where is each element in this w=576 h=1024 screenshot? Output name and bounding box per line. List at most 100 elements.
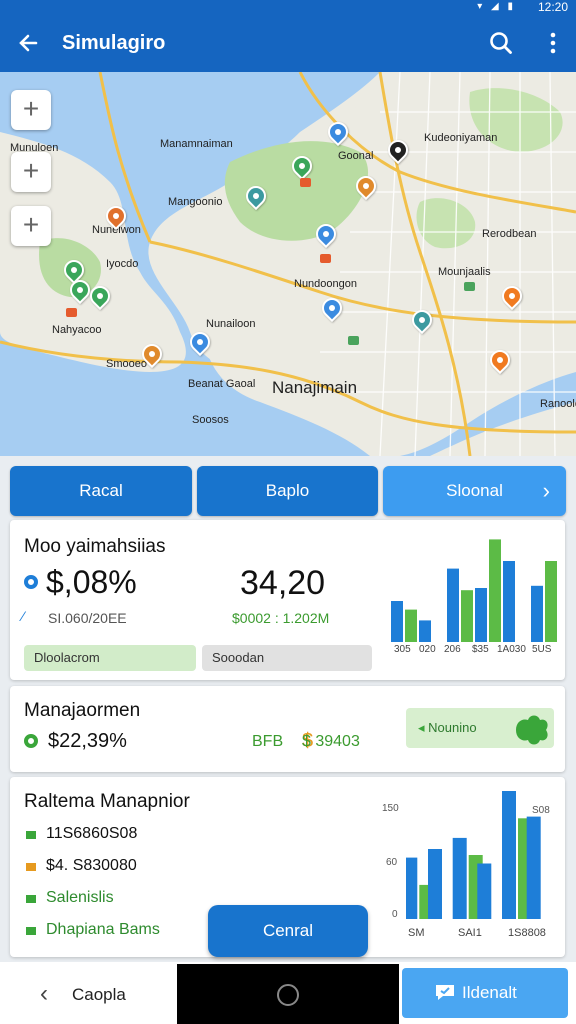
chart-bar: [405, 609, 417, 642]
management-card: Manajaormen $22,39% BFB $ $ 39403 ◂ Noun…: [10, 686, 565, 772]
chart-bar: [545, 561, 557, 642]
management-value: $22,39%: [48, 730, 127, 752]
map-label: Iyocdo: [106, 258, 139, 270]
metric-primary-value: $,08%: [46, 564, 137, 600]
location-icon: [24, 575, 38, 589]
status-icons: ▾ ◢ ▮: [477, 1, 516, 12]
fab-label: Cenral: [262, 921, 314, 940]
map-label: Rerodbean: [482, 228, 537, 240]
axis-label: 1S8808: [508, 927, 546, 939]
axis-label: 60: [386, 857, 398, 868]
chart-bar: [461, 590, 473, 642]
map-label: Soosos: [192, 414, 229, 426]
axis-label: 305: [394, 644, 411, 655]
zoom-in-button[interactable]: +: [11, 152, 51, 192]
arrow-left-icon[interactable]: [14, 28, 44, 58]
report-bar-chart: [406, 791, 541, 919]
tab-sloonal[interactable]: Sloonal ›: [383, 466, 566, 516]
chart-bar: [452, 837, 467, 919]
tab-baplo[interactable]: Baplo: [197, 466, 378, 516]
management-col2: BFB: [252, 733, 284, 750]
management-col3: $ 39403: [302, 733, 360, 750]
summary-title: Moo yaimahsiias: [24, 536, 166, 557]
pill-label: Sooodan: [212, 650, 265, 665]
search-icon[interactable]: [486, 28, 516, 58]
map-label: Nunailoon: [206, 318, 256, 330]
chat-nav-button[interactable]: Ildenalt: [402, 968, 568, 1018]
tab-bar: Racal Baplo Sloonal ›: [10, 466, 566, 516]
badge-label: Nounino: [428, 720, 477, 735]
chart-bar: [447, 568, 459, 642]
chart-bar: [419, 620, 431, 642]
map-canvas: [0, 72, 576, 456]
zoom-in-button[interactable]: +: [11, 206, 51, 246]
chart-bar: [526, 816, 541, 919]
chart-bar: [428, 849, 442, 919]
map-marker-square: [348, 336, 359, 345]
home-nav-button[interactable]: [177, 964, 399, 1024]
status-time: 12:20: [537, 0, 568, 14]
edit-icon: ⁄: [22, 608, 25, 624]
status-dot-icon: [24, 734, 38, 748]
map-label: Manamnaiman: [160, 138, 233, 150]
chart-bar: [475, 588, 487, 642]
map-label: Nahyacoo: [52, 324, 102, 336]
tab-label: Sloonal: [446, 481, 503, 500]
list-bullet: [26, 895, 36, 903]
chart-bar: [502, 791, 516, 919]
app-bar: Simulagiro: [0, 14, 576, 72]
tab-racal[interactable]: Racal: [10, 466, 192, 516]
bottom-navigation: ‹ Caopla Ildenalt: [0, 962, 576, 1024]
metric-primary-sub: SI.060/20EE: [48, 610, 127, 626]
map-label: Smooeo: [106, 358, 147, 370]
chat-bubble-icon: [436, 985, 454, 1000]
tab-label: Racal: [79, 481, 123, 500]
list-bullet: [26, 927, 36, 935]
summary-card: Moo yaimahsiias $,08% ⁄ SI.060/20EE 34,2…: [10, 520, 565, 680]
chevron-left-icon: ‹: [40, 980, 48, 1007]
central-action-button[interactable]: Cenral: [208, 905, 368, 957]
axis-label: 0: [392, 909, 398, 920]
map-label: Ranoolo: [540, 398, 576, 410]
chart-bar: [503, 561, 515, 642]
map-marker-square: [300, 178, 311, 187]
report-item: $4. S830080: [46, 857, 137, 874]
axis-label: 206: [444, 644, 461, 655]
axis-label: 5US: [532, 644, 552, 655]
map-view[interactable]: + + + Goonal Manamnaiman Mangoonio Nunel…: [0, 72, 576, 456]
puzzle-icon: [516, 715, 548, 745]
more-vertical-icon[interactable]: [538, 28, 568, 58]
axis-label: 020: [419, 644, 436, 655]
chevron-right-icon: ›: [542, 478, 550, 503]
axis-label: $35: [472, 644, 489, 655]
tab-label: Baplo: [265, 481, 310, 500]
chart-bar: [477, 863, 492, 919]
chart-bar: [406, 857, 418, 919]
map-label: Nundoongon: [294, 278, 358, 290]
metric-secondary-value: 34,20: [240, 564, 326, 602]
map-label: Beanat Gaoal: [188, 378, 256, 390]
list-bullet: [26, 831, 36, 839]
map-label: Mounjaalis: [438, 266, 491, 278]
management-title: Manajaormen: [24, 700, 141, 721]
metric-secondary-sub: $0002 : 1.202M: [232, 610, 330, 626]
zoom-in-button[interactable]: +: [11, 90, 51, 130]
home-circle-icon: [277, 984, 299, 1006]
report-title: Raltema Manapnior: [24, 791, 190, 812]
pill-label: Dloolacrom: [34, 650, 100, 665]
list-bullet: [26, 863, 36, 871]
back-nav-label: Caopla: [72, 985, 126, 1004]
back-nav-button[interactable]: ‹ Caopla: [0, 962, 176, 1024]
chart-bar: [489, 539, 501, 642]
report-item: 11S6860S08: [46, 825, 138, 842]
badge-arrow-icon: ◂: [418, 720, 425, 735]
map-label: Mangoonio: [168, 196, 223, 208]
status-bar: ▾ ◢ ▮ 12:20: [0, 0, 576, 14]
axis-label: 1A030: [497, 644, 526, 655]
map-label-main: Nanajimain: [272, 378, 358, 397]
axis-label: SAI1: [458, 927, 482, 939]
status-pill[interactable]: Dloolacrom: [24, 645, 196, 671]
map-marker-square: [66, 308, 77, 317]
status-pill[interactable]: Sooodan: [202, 645, 372, 671]
axis-label: 150: [382, 803, 399, 814]
